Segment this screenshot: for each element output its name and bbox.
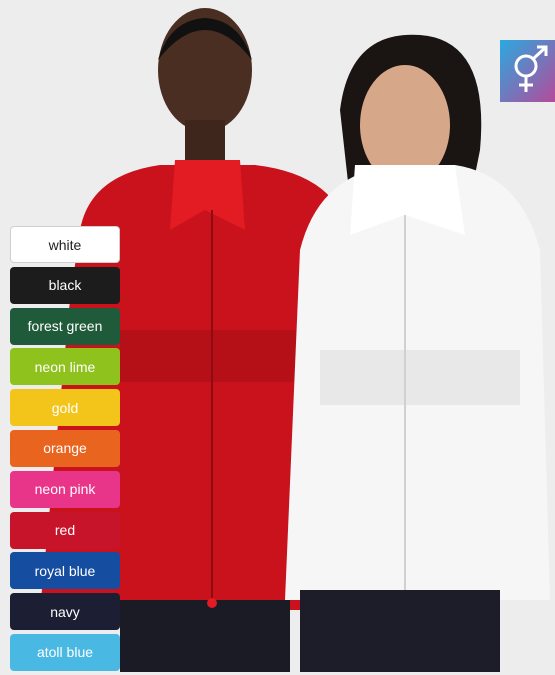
- swatch-white[interactable]: white: [10, 226, 120, 263]
- swatch-atoll-blue[interactable]: atoll blue: [10, 633, 120, 671]
- swatch-gold[interactable]: gold: [10, 389, 120, 427]
- swatch-red[interactable]: red: [10, 511, 120, 549]
- swatch-orange[interactable]: orange: [10, 429, 120, 467]
- color-swatch-list: white black forest green neon lime gold …: [10, 226, 120, 675]
- swatch-neon-lime[interactable]: neon lime: [10, 348, 120, 386]
- swatch-royal-blue[interactable]: royal blue: [10, 552, 120, 590]
- swatch-black[interactable]: black: [10, 266, 120, 304]
- swatch-forest-green[interactable]: forest green: [10, 307, 120, 345]
- unisex-icon: [500, 40, 555, 102]
- swatch-neon-pink[interactable]: neon pink: [10, 470, 120, 508]
- swatch-navy[interactable]: navy: [10, 593, 120, 631]
